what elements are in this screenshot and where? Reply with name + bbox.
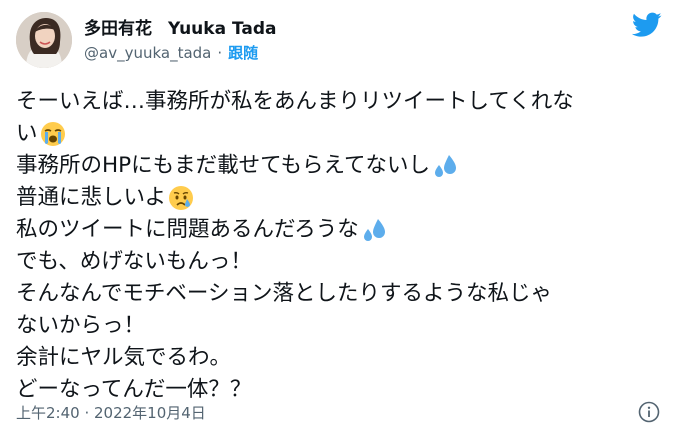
tweet-line: い [16,118,666,150]
tweet-line: でも、めげないもんっ！ [16,246,666,278]
tweet-timestamp[interactable]: 上午2:40 · 2022年10月4日 [16,402,206,423]
separator-dot: · [217,43,223,62]
tweet-line: 余計にヤル気でるわ。 [16,342,666,374]
twitter-bird-icon[interactable] [632,12,662,38]
tweet-line: そーいえば…事務所が私をあんまりリツイートしてくれな [16,86,666,118]
author-handle-row: @av_yuuka_tada · 跟随 [84,42,258,63]
author-name-row[interactable]: 多田有花 Yuuka Tada [84,14,277,39]
avatar[interactable] [16,12,72,68]
tweet-line-text: でも、めげないもんっ！ [16,249,252,274]
author-display-name[interactable]: 多田有花 [84,14,152,39]
tweet-embed-card: 多田有花 Yuuka Tada @av_yuuka_tada · 跟随 そーいえ… [0,0,680,443]
tweet-text: そーいえば…事務所が私をあんまりリツイートしてくれな い 事務所のHPにもまだ載… [16,86,666,406]
tweet-line: そんなんでモチベーション落としたりするような私じゃ [16,278,666,310]
avatar-image [16,12,72,68]
tweet-line: ないからっ！ [16,310,666,342]
author-handle[interactable]: @av_yuuka_tada [84,44,211,62]
tweet-line-text: そんなんでモチベーション落としたりするような私じゃ [16,281,552,306]
tweet-line-text: ないからっ！ [16,313,146,338]
follow-button[interactable]: 跟随 [228,42,258,63]
sweat-droplets-emoji [361,217,387,243]
tweet-line-text: い [16,121,38,146]
tweet-line: 普通に悲しいよ [16,182,666,214]
tweet-line-text: 余計にヤル気でるわ。 [16,345,232,370]
tweet-line-text: 事務所のHPにもまだ載せてもらえてないし [16,153,430,178]
sweat-droplets-emoji [432,153,458,179]
crying-face-emoji [168,185,194,211]
author-display-name-en[interactable]: Yuuka Tada [168,19,277,39]
info-icon[interactable] [638,401,660,423]
tweet-line: 私のツイートに問題あるんだろうな [16,214,666,246]
tweet-line: 事務所のHPにもまだ載せてもらえてないし [16,150,666,182]
tweet-line-text: 普通に悲しいよ [16,185,167,210]
loudly-crying-face-emoji [40,121,66,147]
tweet-line-text: そーいえば…事務所が私をあんまりリツイートしてくれな [16,89,574,114]
tweet-line-text: 私のツイートに問題あるんだろうな [16,217,359,242]
